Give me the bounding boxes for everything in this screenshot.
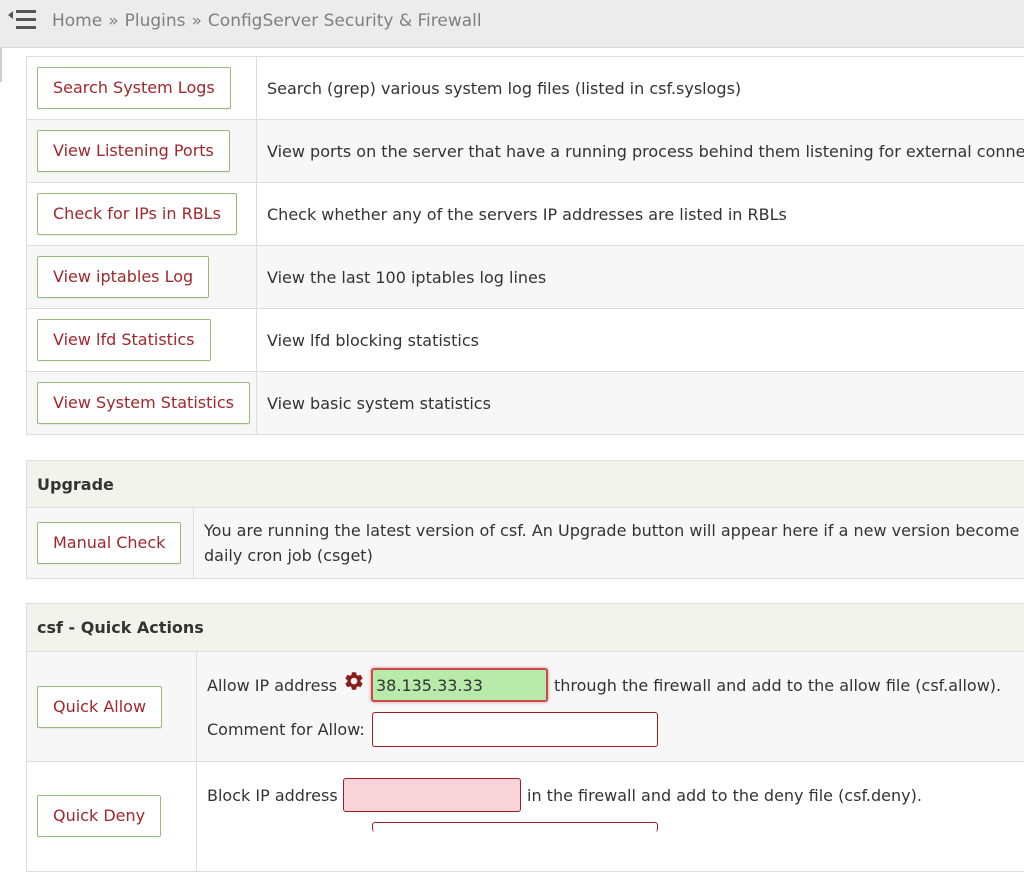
deny-ip-suffix: in the firewall and add to the deny file… — [527, 786, 922, 805]
tools-table: Search System Logs Search (grep) various… — [26, 56, 1024, 435]
view-iptables-log-button[interactable]: View iptables Log — [37, 256, 209, 298]
allow-comment-label: Comment for Allow: — [207, 720, 365, 739]
upgrade-table: Upgrade Manual Check You are running the… — [26, 460, 1024, 579]
table-row: Manual Check You are running the latest … — [27, 508, 1024, 579]
deny-ip-input[interactable] — [343, 778, 521, 812]
row-description: View the last 100 iptables log lines — [257, 246, 1024, 309]
quick-actions-section-title: csf - Quick Actions — [27, 604, 1024, 652]
allow-ip-suffix: through the firewall and add to the allo… — [554, 676, 1001, 695]
breadcrumb-current: ConfigServer Security & Firewall — [208, 11, 482, 31]
row-description: View basic system statistics — [257, 372, 1024, 435]
breadcrumb-home[interactable]: Home — [52, 11, 102, 31]
breadcrumb: Home » Plugins » ConfigServer Security & Fir… — [52, 11, 482, 31]
allow-comment-input[interactable] — [372, 712, 658, 747]
quick-allow-button[interactable]: Quick Allow — [37, 686, 162, 728]
table-row: View System Statistics View basic system… — [27, 372, 1024, 435]
allow-ip-input[interactable] — [371, 668, 548, 702]
allow-ip-label: Allow IP address — [207, 676, 337, 695]
table-row: View lfd Statistics View lfd blocking st… — [27, 309, 1024, 372]
deny-ip-label: Block IP address — [207, 786, 338, 805]
quick-deny-row: Quick Deny — [27, 762, 1024, 872]
table-row: Check for IPs in RBLs Check whether any … — [27, 183, 1024, 246]
search-system-logs-button[interactable]: Search System Logs — [37, 67, 231, 109]
row-description: View lfd blocking statistics — [257, 309, 1024, 372]
row-description: View ports on the server that have a run… — [257, 120, 1024, 183]
collapse-menu-icon[interactable] — [8, 9, 38, 31]
upgrade-status-text-line2: daily cron job (csget) — [204, 543, 1024, 568]
top-bar: Home » Plugins » ConfigServer Security & Fir… — [0, 0, 1024, 48]
view-listening-ports-button[interactable]: View Listening Ports — [37, 130, 230, 172]
table-row: View iptables Log View the last 100 ipta… — [27, 246, 1024, 309]
breadcrumb-separator: » — [192, 11, 202, 31]
view-lfd-statistics-button[interactable]: View lfd Statistics — [37, 319, 211, 361]
breadcrumb-plugins[interactable]: Plugins — [125, 11, 186, 31]
view-system-statistics-button[interactable]: View System Statistics — [37, 382, 250, 424]
left-border — [0, 48, 2, 82]
row-description: Check whether any of the servers IP addr… — [257, 183, 1024, 246]
manual-check-button[interactable]: Manual Check — [37, 522, 181, 564]
settings-gear-icon[interactable] — [343, 670, 365, 692]
row-description: Search (grep) various system log files (… — [257, 57, 1024, 120]
check-ips-rbls-button[interactable]: Check for IPs in RBLs — [37, 193, 237, 235]
deny-comment-input[interactable] — [372, 822, 658, 832]
upgrade-status-text: You are running the latest version of cs… — [204, 518, 1024, 543]
quick-deny-button[interactable]: Quick Deny — [37, 795, 161, 837]
table-row: Search System Logs Search (grep) various… — [27, 57, 1024, 120]
breadcrumb-separator: » — [108, 11, 118, 31]
upgrade-section-title: Upgrade — [27, 461, 1024, 508]
table-row: View Listening Ports View ports on the s… — [27, 120, 1024, 183]
